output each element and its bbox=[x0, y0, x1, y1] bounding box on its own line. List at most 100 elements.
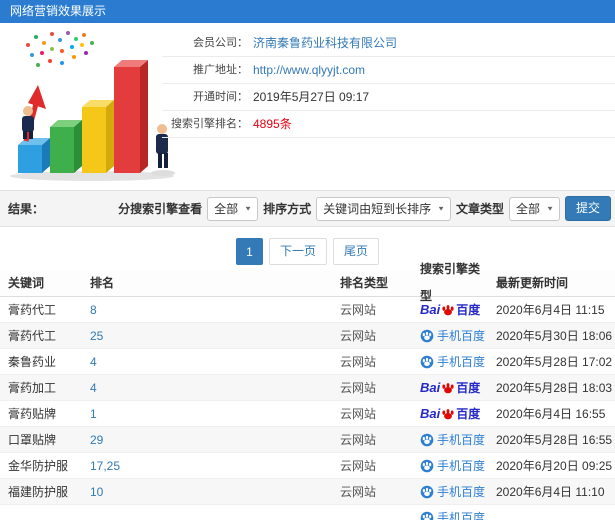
chevron-down-icon: ▼ bbox=[437, 204, 446, 212]
member-info-panel: 会员公司： 济南秦鲁药业科技有限公司 推广地址： http://www.qlyy… bbox=[162, 30, 615, 138]
table-header-row: 关键词 排名 排名类型 搜索引擎类型 最新更新时间 bbox=[0, 262, 615, 303]
cell-time: 2020年5月28日 16:55 bbox=[496, 432, 613, 447]
sort-value: 关键词由短到长排序 bbox=[323, 201, 432, 216]
keyword-rank-table: 关键词 排名 排名类型 搜索引擎类型 最新更新时间 Bai bbox=[0, 262, 615, 520]
cell-rank-type: 云网站 bbox=[340, 484, 377, 499]
mobile-baidu-label: 手机百度 bbox=[437, 432, 486, 447]
open-time-label: 开通时间： bbox=[193, 91, 248, 103]
cell-keyword: 福建防护服 bbox=[8, 484, 69, 499]
mobile-baidu-icon bbox=[420, 511, 434, 520]
rank-count-value: 4895条 bbox=[253, 117, 292, 131]
baidu-cn-wordmark: 百度 bbox=[456, 302, 481, 317]
page-number-current[interactable]: 1 bbox=[235, 238, 263, 265]
cell-keyword: 膏药代工 bbox=[8, 328, 57, 343]
sort-select[interactable]: 关键词由短到长排序 ▼ bbox=[316, 196, 452, 221]
baidu-paw-icon bbox=[442, 382, 454, 393]
mobile-baidu-icon bbox=[420, 329, 434, 342]
open-time-value: 2019年5月27日 09:17 bbox=[253, 90, 370, 104]
cell-rank[interactable]: 10 bbox=[82, 479, 332, 505]
mobile-baidu-label: 手机百度 bbox=[437, 354, 486, 369]
mobile-baidu-icon bbox=[420, 485, 434, 498]
header-rank-type: 排名类型 bbox=[340, 276, 389, 290]
cell-engine: Bai 百度 bbox=[416, 427, 488, 453]
page-title: 网络营销效果展示 bbox=[10, 4, 107, 18]
window-titlebar: 网络营销效果展示 bbox=[0, 0, 615, 23]
baidu-cn-wordmark: 百度 bbox=[456, 380, 481, 395]
mobile-baidu-icon bbox=[420, 355, 434, 368]
engine-filter-select[interactable]: 全部 ▼ bbox=[207, 196, 259, 221]
info-row-url: 推广地址： http://www.qlyyjt.com bbox=[162, 57, 615, 84]
mobile-baidu-label: 手机百度 bbox=[437, 328, 486, 343]
mobile-baidu-label: 手机百度 bbox=[437, 484, 486, 499]
info-row-rank-count: 搜索引擎排名： 4895条 bbox=[162, 111, 615, 138]
next-page-button[interactable]: 下一页 bbox=[268, 238, 327, 265]
submit-button[interactable]: 提交 bbox=[564, 196, 611, 221]
mobile-baidu-label: 手机百度 bbox=[437, 510, 486, 520]
cell-rank[interactable]: 4 bbox=[82, 349, 332, 375]
cell-engine: Bai 百度 bbox=[416, 349, 488, 375]
header-update-time: 最新更新时间 bbox=[496, 276, 569, 290]
table-row: 膏药代工 25 云网站 Bai 百度 bbox=[0, 323, 615, 349]
cell-keyword: 秦鲁药业 bbox=[8, 354, 57, 369]
company-link[interactable]: 济南秦鲁药业科技有限公司 bbox=[253, 30, 397, 56]
cell-rank[interactable]: 17,25 bbox=[82, 453, 332, 479]
cell-engine: Bai 百度 bbox=[416, 505, 488, 520]
cell-engine: Bai 百度 bbox=[416, 401, 488, 427]
table-row: 膏药加工 4 云网站 Bai 百度 2020年5月28日 18:03 bbox=[0, 375, 615, 401]
header-keyword: 关键词 bbox=[8, 276, 45, 290]
filter-bar: 结果： 分搜索引擎查看 全部 ▼ 排序方式 关键词由短到长排序 ▼ 文章类型 全… bbox=[0, 190, 615, 227]
cell-time: 2020年6月20日 09:25 bbox=[496, 458, 613, 473]
marketing-chart-illustration bbox=[4, 25, 176, 188]
mobile-baidu-logo: 手机百度 bbox=[420, 479, 485, 505]
table-row: 膏药代工 8 云网站 Bai 百度 2020年6月4日 11:15 bbox=[0, 297, 615, 323]
article-type-select[interactable]: 全部 ▼ bbox=[509, 196, 560, 221]
cell-time: 2020年6月4日 11:15 bbox=[496, 302, 605, 317]
filter-controls: 分搜索引擎查看 全部 ▼ 排序方式 关键词由短到长排序 ▼ 文章类型 全部 ▼ … bbox=[118, 196, 611, 221]
cell-rank[interactable]: 1 bbox=[82, 401, 332, 427]
mobile-baidu-label: 手机百度 bbox=[437, 458, 486, 473]
mobile-baidu-logo: 手机百度 bbox=[420, 323, 485, 349]
company-label: 会员公司： bbox=[193, 37, 248, 49]
header-engine-type: 搜索引擎类型 bbox=[420, 262, 481, 303]
cell-rank-type: 云网站 bbox=[340, 302, 377, 317]
cell-engine: Bai 百度 bbox=[416, 479, 488, 505]
cell-keyword: 金华防护服 bbox=[8, 458, 69, 473]
sort-label: 排序方式 bbox=[263, 202, 312, 216]
info-row-company: 会员公司： 济南秦鲁药业科技有限公司 bbox=[162, 30, 615, 57]
article-type-label: 文章类型 bbox=[456, 202, 505, 216]
cell-engine: Bai 百度 bbox=[416, 375, 488, 401]
promo-url-link[interactable]: http://www.qlyyjt.com bbox=[253, 57, 365, 83]
last-page-button[interactable]: 尾页 bbox=[333, 238, 380, 265]
cell-rank[interactable]: 8 bbox=[82, 297, 332, 323]
cell-rank-type: 云网站 bbox=[340, 380, 377, 395]
baidu-cn-wordmark: 百度 bbox=[456, 406, 481, 421]
cell-rank[interactable]: 4 bbox=[82, 375, 332, 401]
baidu-logo: Bai 百度 bbox=[420, 375, 480, 401]
table-row: 口罩贴牌 29 云网站 Bai 百度 bbox=[0, 427, 615, 453]
baidu-logo: Bai 百度 bbox=[420, 297, 480, 323]
cell-keyword: 口罩贴牌 bbox=[8, 432, 57, 447]
cell-keyword: 膏药加工 bbox=[8, 380, 57, 395]
header-rank: 排名 bbox=[90, 276, 115, 290]
baidu-wordmark: Bai bbox=[420, 405, 441, 421]
chevron-down-icon: ▼ bbox=[546, 204, 554, 212]
table-row: 秦鲁药业 4 云网站 Bai 百度 bbox=[0, 349, 615, 375]
cell-rank[interactable]: 25 bbox=[82, 323, 332, 349]
cell-keyword: 膏药代工 bbox=[8, 302, 57, 317]
cell-rank-type: 云网站 bbox=[340, 354, 377, 369]
page: 网络营销效果展示 会员公司： 济南秦鲁药业科技有限公司 推广地址： http:/… bbox=[0, 0, 615, 520]
promo-url-label: 推广地址： bbox=[193, 64, 248, 76]
mobile-baidu-logo: 手机百度 bbox=[420, 427, 485, 453]
cell-time: 2020年6月4日 11:10 bbox=[496, 484, 605, 499]
article-type-value: 全部 bbox=[516, 201, 541, 216]
bar-chart-clipart-icon bbox=[10, 31, 175, 181]
cell-time: 2020年5月28日 18:03 bbox=[496, 380, 613, 395]
cell-engine: Bai 百度 bbox=[416, 297, 488, 323]
cell-rank-type: 云网站 bbox=[340, 432, 377, 447]
baidu-paw-icon bbox=[442, 408, 454, 419]
table-row: 福建防护服 10 云网站 Bai 百度 bbox=[0, 479, 615, 505]
cell-engine: Bai 百度 bbox=[416, 323, 488, 349]
engine-filter-value: 全部 bbox=[214, 201, 239, 216]
rank-count-label: 搜索引擎排名： bbox=[171, 118, 248, 130]
cell-rank[interactable]: 29 bbox=[82, 427, 332, 453]
